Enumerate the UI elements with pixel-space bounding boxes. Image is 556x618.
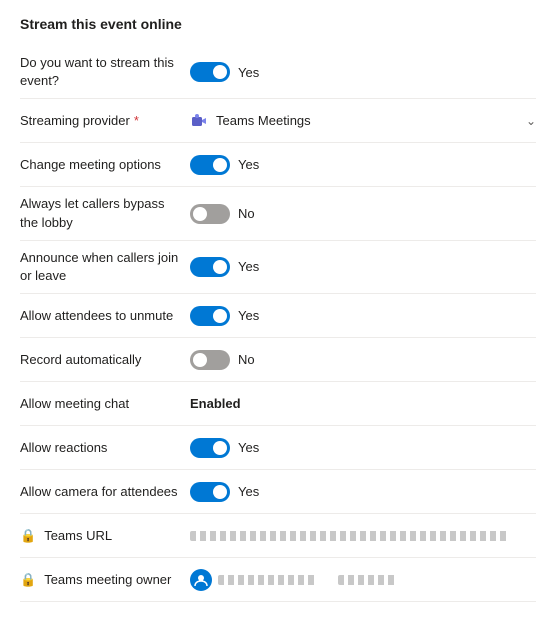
streaming-provider-value[interactable]: Teams Meetings ⌄ [190,112,536,130]
teams-owner-value [190,569,536,591]
announce-callers-value: Yes [190,257,536,277]
announce-callers-toggle[interactable] [190,257,230,277]
teams-meetings-icon [190,112,208,130]
streaming-provider-row: Streaming provider * Teams Meetings ⌄ [20,99,536,143]
announce-callers-label: Announce when callers join or leave [20,249,190,285]
camera-attendees-toggle-label: Yes [238,484,259,499]
lock-icon: 🔒 [20,528,36,544]
record-automatically-toggle-thumb [193,353,207,367]
person-avatar [190,569,212,591]
bypass-lobby-row: Always let callers bypass the lobby No [20,187,536,240]
teams-owner-row: 🔒 Teams meeting owner [20,558,536,602]
allow-unmute-label: Allow attendees to unmute [20,307,190,325]
announce-callers-toggle-label: Yes [238,259,259,274]
streaming-provider-label: Streaming provider * [20,113,190,128]
provider-name: Teams Meetings [190,112,311,130]
stream-online-label: Do you want to stream this event? [20,54,190,90]
bypass-lobby-toggle-label: No [238,206,255,221]
bypass-lobby-value: No [190,204,536,224]
camera-attendees-label: Allow camera for attendees [20,483,190,501]
announce-callers-row: Announce when callers join or leave Yes [20,241,536,294]
meeting-chat-text: Enabled [190,396,241,411]
teams-url-row: 🔒 Teams URL [20,514,536,558]
record-automatically-toggle-label: No [238,352,255,367]
teams-url-blurred [190,531,510,541]
teams-url-value [190,531,536,541]
announce-callers-toggle-thumb [213,260,227,274]
change-meeting-options-row: Change meeting options Yes [20,143,536,187]
lock-icon: 🔒 [20,572,36,588]
owner-lastname-blurred [338,575,398,585]
allow-unmute-toggle-label: Yes [238,308,259,323]
main-container: Stream this event online Do you want to … [0,0,556,618]
bypass-lobby-toggle-thumb [193,207,207,221]
change-meeting-options-label: Change meeting options [20,156,190,174]
stream-online-toggle[interactable] [190,62,230,82]
allow-unmute-row: Allow attendees to unmute Yes [20,294,536,338]
stream-online-toggle-label: Yes [238,65,259,80]
change-meeting-options-toggle-thumb [213,158,227,172]
record-automatically-toggle[interactable] [190,350,230,370]
rows-container: Do you want to stream this event? Yes St… [20,46,536,602]
allow-unmute-value: Yes [190,306,536,326]
streaming-provider-label-text: Streaming provider [20,113,130,128]
chevron-down-icon[interactable]: ⌄ [526,114,536,128]
meeting-chat-row: Allow meeting chat Enabled [20,382,536,426]
camera-attendees-value: Yes [190,482,536,502]
required-indicator: * [134,113,139,128]
stream-online-toggle-thumb [213,65,227,79]
allow-unmute-toggle[interactable] [190,306,230,326]
allow-reactions-toggle[interactable] [190,438,230,458]
teams-owner-label-text: Teams meeting owner [44,572,171,587]
record-automatically-row: Record automatically No [20,338,536,382]
change-meeting-options-value: Yes [190,155,536,175]
teams-owner-label: 🔒 Teams meeting owner [20,572,190,588]
record-automatically-label: Record automatically [20,351,190,369]
stream-online-value: Yes [190,62,536,82]
camera-attendees-toggle[interactable] [190,482,230,502]
camera-attendees-row: Allow camera for attendees Yes [20,470,536,514]
teams-url-label: 🔒 Teams URL [20,528,190,544]
allow-reactions-label: Allow reactions [20,439,190,457]
stream-online-row: Do you want to stream this event? Yes [20,46,536,99]
meeting-chat-label: Allow meeting chat [20,395,190,413]
allow-reactions-row: Allow reactions Yes [20,426,536,470]
record-automatically-value: No [190,350,536,370]
owner-name-blurred [218,575,318,585]
section-title: Stream this event online [20,16,536,32]
bypass-lobby-toggle[interactable] [190,204,230,224]
change-meeting-options-toggle[interactable] [190,155,230,175]
meeting-chat-value: Enabled [190,396,536,411]
allow-reactions-value: Yes [190,438,536,458]
camera-attendees-toggle-thumb [213,485,227,499]
allow-reactions-toggle-thumb [213,441,227,455]
change-meeting-options-toggle-label: Yes [238,157,259,172]
allow-unmute-toggle-thumb [213,309,227,323]
bypass-lobby-label: Always let callers bypass the lobby [20,195,190,231]
provider-name-text: Teams Meetings [216,113,311,128]
allow-reactions-toggle-label: Yes [238,440,259,455]
teams-url-label-text: Teams URL [44,528,112,543]
